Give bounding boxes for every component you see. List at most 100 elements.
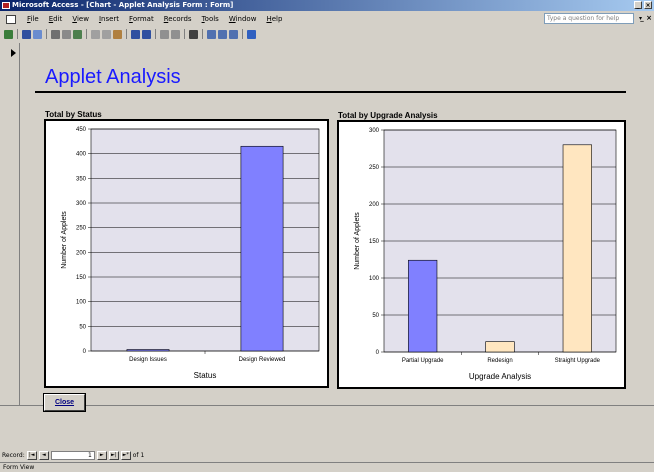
record-navigation: Record: |◄ ◄ 1 ► ►| ►* of 1 — [2, 450, 144, 460]
form-footer-area — [0, 405, 654, 445]
form-doc-icon[interactable] — [6, 14, 16, 24]
y-tick-label: 100 — [369, 276, 380, 282]
database-window-icon[interactable] — [218, 29, 227, 39]
view-icon[interactable] — [4, 29, 13, 39]
toolbar-separator — [202, 29, 203, 39]
menu-records[interactable]: Records — [159, 15, 197, 23]
menu-help[interactable]: Help — [261, 15, 287, 23]
y-tick-label: 250 — [76, 226, 87, 232]
y-tick-label: 450 — [76, 127, 87, 133]
print-preview-icon[interactable] — [62, 29, 71, 39]
bar — [485, 341, 515, 353]
x-tick-label: Redesign — [487, 358, 512, 364]
menu-edit[interactable]: Edit — [44, 15, 68, 23]
y-tick-label: 50 — [372, 313, 379, 319]
previous-record-button[interactable]: ◄ — [38, 450, 49, 460]
window-titlebar: Microsoft Access - [Chart - Applet Analy… — [0, 0, 654, 11]
doc-window-controls[interactable]: _ × — [640, 14, 652, 22]
search-icon[interactable] — [33, 29, 42, 39]
sort-descending-icon[interactable] — [142, 29, 151, 39]
menu-insert[interactable]: Insert — [94, 15, 124, 23]
apply-filter-icon[interactable] — [171, 29, 180, 39]
help-search-input[interactable]: Type a question for help — [544, 13, 634, 24]
x-tick-label: Design Issues — [129, 357, 167, 363]
menu-tools[interactable]: Tools — [197, 15, 224, 23]
status-bar: Form View — [0, 462, 654, 472]
bar — [126, 349, 170, 352]
toolbar-separator — [184, 29, 185, 39]
save-icon[interactable] — [22, 29, 31, 39]
toolbar-separator — [86, 29, 87, 39]
bar — [240, 145, 284, 352]
minimize-button[interactable]: _ — [634, 1, 642, 9]
next-record-button[interactable]: ► — [96, 450, 107, 460]
close-button[interactable]: Close — [44, 394, 85, 411]
record-selector[interactable] — [0, 43, 20, 405]
spelling-icon[interactable] — [73, 29, 82, 39]
close-window-button[interactable]: × — [644, 1, 652, 9]
first-record-button[interactable]: |◄ — [26, 450, 37, 460]
sort-ascending-icon[interactable] — [131, 29, 140, 39]
access-app-icon — [2, 2, 10, 9]
toolbar-separator — [46, 29, 47, 39]
window-controls: _ × — [634, 1, 652, 10]
copy-icon[interactable] — [102, 29, 111, 39]
y-tick-label: 50 — [79, 324, 86, 330]
title-divider — [35, 91, 626, 93]
toolbar-separator — [242, 29, 243, 39]
y-tick-label: 350 — [76, 176, 87, 182]
bar — [408, 259, 438, 353]
y-tick-label: 300 — [76, 201, 87, 207]
plot-area — [90, 128, 320, 352]
status-text: Form View — [3, 464, 35, 471]
y-tick-label: 0 — [83, 349, 87, 355]
find-icon[interactable] — [189, 29, 198, 39]
record-label: Record: — [2, 451, 25, 459]
x-tick-label: Straight Upgrade — [555, 358, 601, 364]
chart-label-upgrade: Total by Upgrade Analysis — [338, 111, 438, 120]
y-tick-label: 300 — [369, 128, 380, 134]
properties-icon[interactable] — [207, 29, 216, 39]
menu-view[interactable]: View — [67, 15, 94, 23]
current-record-field[interactable]: 1 — [50, 450, 95, 460]
form-title: Applet Analysis — [45, 66, 181, 88]
x-axis-label: Upgrade Analysis — [469, 372, 531, 381]
record-count: of 1 — [132, 451, 145, 459]
chart-status: 0 50 100 150 200 250 300 350 400 450 Design Issues… — [44, 119, 329, 388]
y-axis-label: Number of Applets — [354, 212, 361, 270]
toolbar — [0, 27, 654, 41]
new-object-icon[interactable] — [229, 29, 238, 39]
y-tick-label: 150 — [76, 275, 87, 281]
window-title: Microsoft Access - [Chart - Applet Analy… — [12, 1, 234, 9]
chart-status-svg: 0 50 100 150 200 250 300 350 400 450 Design Issues… — [61, 127, 320, 380]
x-tick-label: Partial Upgrade — [402, 358, 444, 364]
menu-file[interactable]: File — [22, 15, 44, 23]
chart-label-status: Total by Status — [45, 110, 102, 119]
y-axis-label: Number of Applets — [61, 211, 68, 269]
menu-format[interactable]: Format — [124, 15, 159, 23]
toolbar-separator — [126, 29, 127, 39]
help-icon[interactable] — [247, 29, 256, 39]
cut-icon[interactable] — [91, 29, 100, 39]
x-tick-label: Design Reviewed — [239, 357, 286, 363]
toolbar-separator — [17, 29, 18, 39]
y-tick-label: 100 — [76, 300, 87, 306]
paste-icon[interactable] — [113, 29, 122, 39]
y-tick-label: 150 — [369, 239, 380, 245]
bar — [562, 144, 592, 353]
last-record-button[interactable]: ►| — [108, 450, 119, 460]
filter-by-selection-icon[interactable] — [160, 29, 169, 39]
y-tick-label: 200 — [76, 250, 87, 256]
chart-upgrade-svg: 0 50 100 150 200 250 300 Partial Upgrade Redesig… — [354, 128, 617, 381]
x-axis-label: Status — [194, 371, 217, 380]
y-tick-label: 400 — [76, 152, 87, 158]
toolbar-separator — [155, 29, 156, 39]
new-record-button[interactable]: ►* — [120, 450, 131, 460]
y-tick-label: 0 — [376, 350, 380, 356]
menu-window[interactable]: Window — [224, 15, 262, 23]
chart-upgrade: 0 50 100 150 200 250 300 Partial Upgrade Redesig… — [337, 120, 626, 389]
y-tick-label: 200 — [369, 202, 380, 208]
print-icon[interactable] — [51, 29, 60, 39]
current-record-icon — [11, 49, 16, 57]
menu-bar: File Edit View Insert Format Records Too… — [0, 12, 654, 26]
